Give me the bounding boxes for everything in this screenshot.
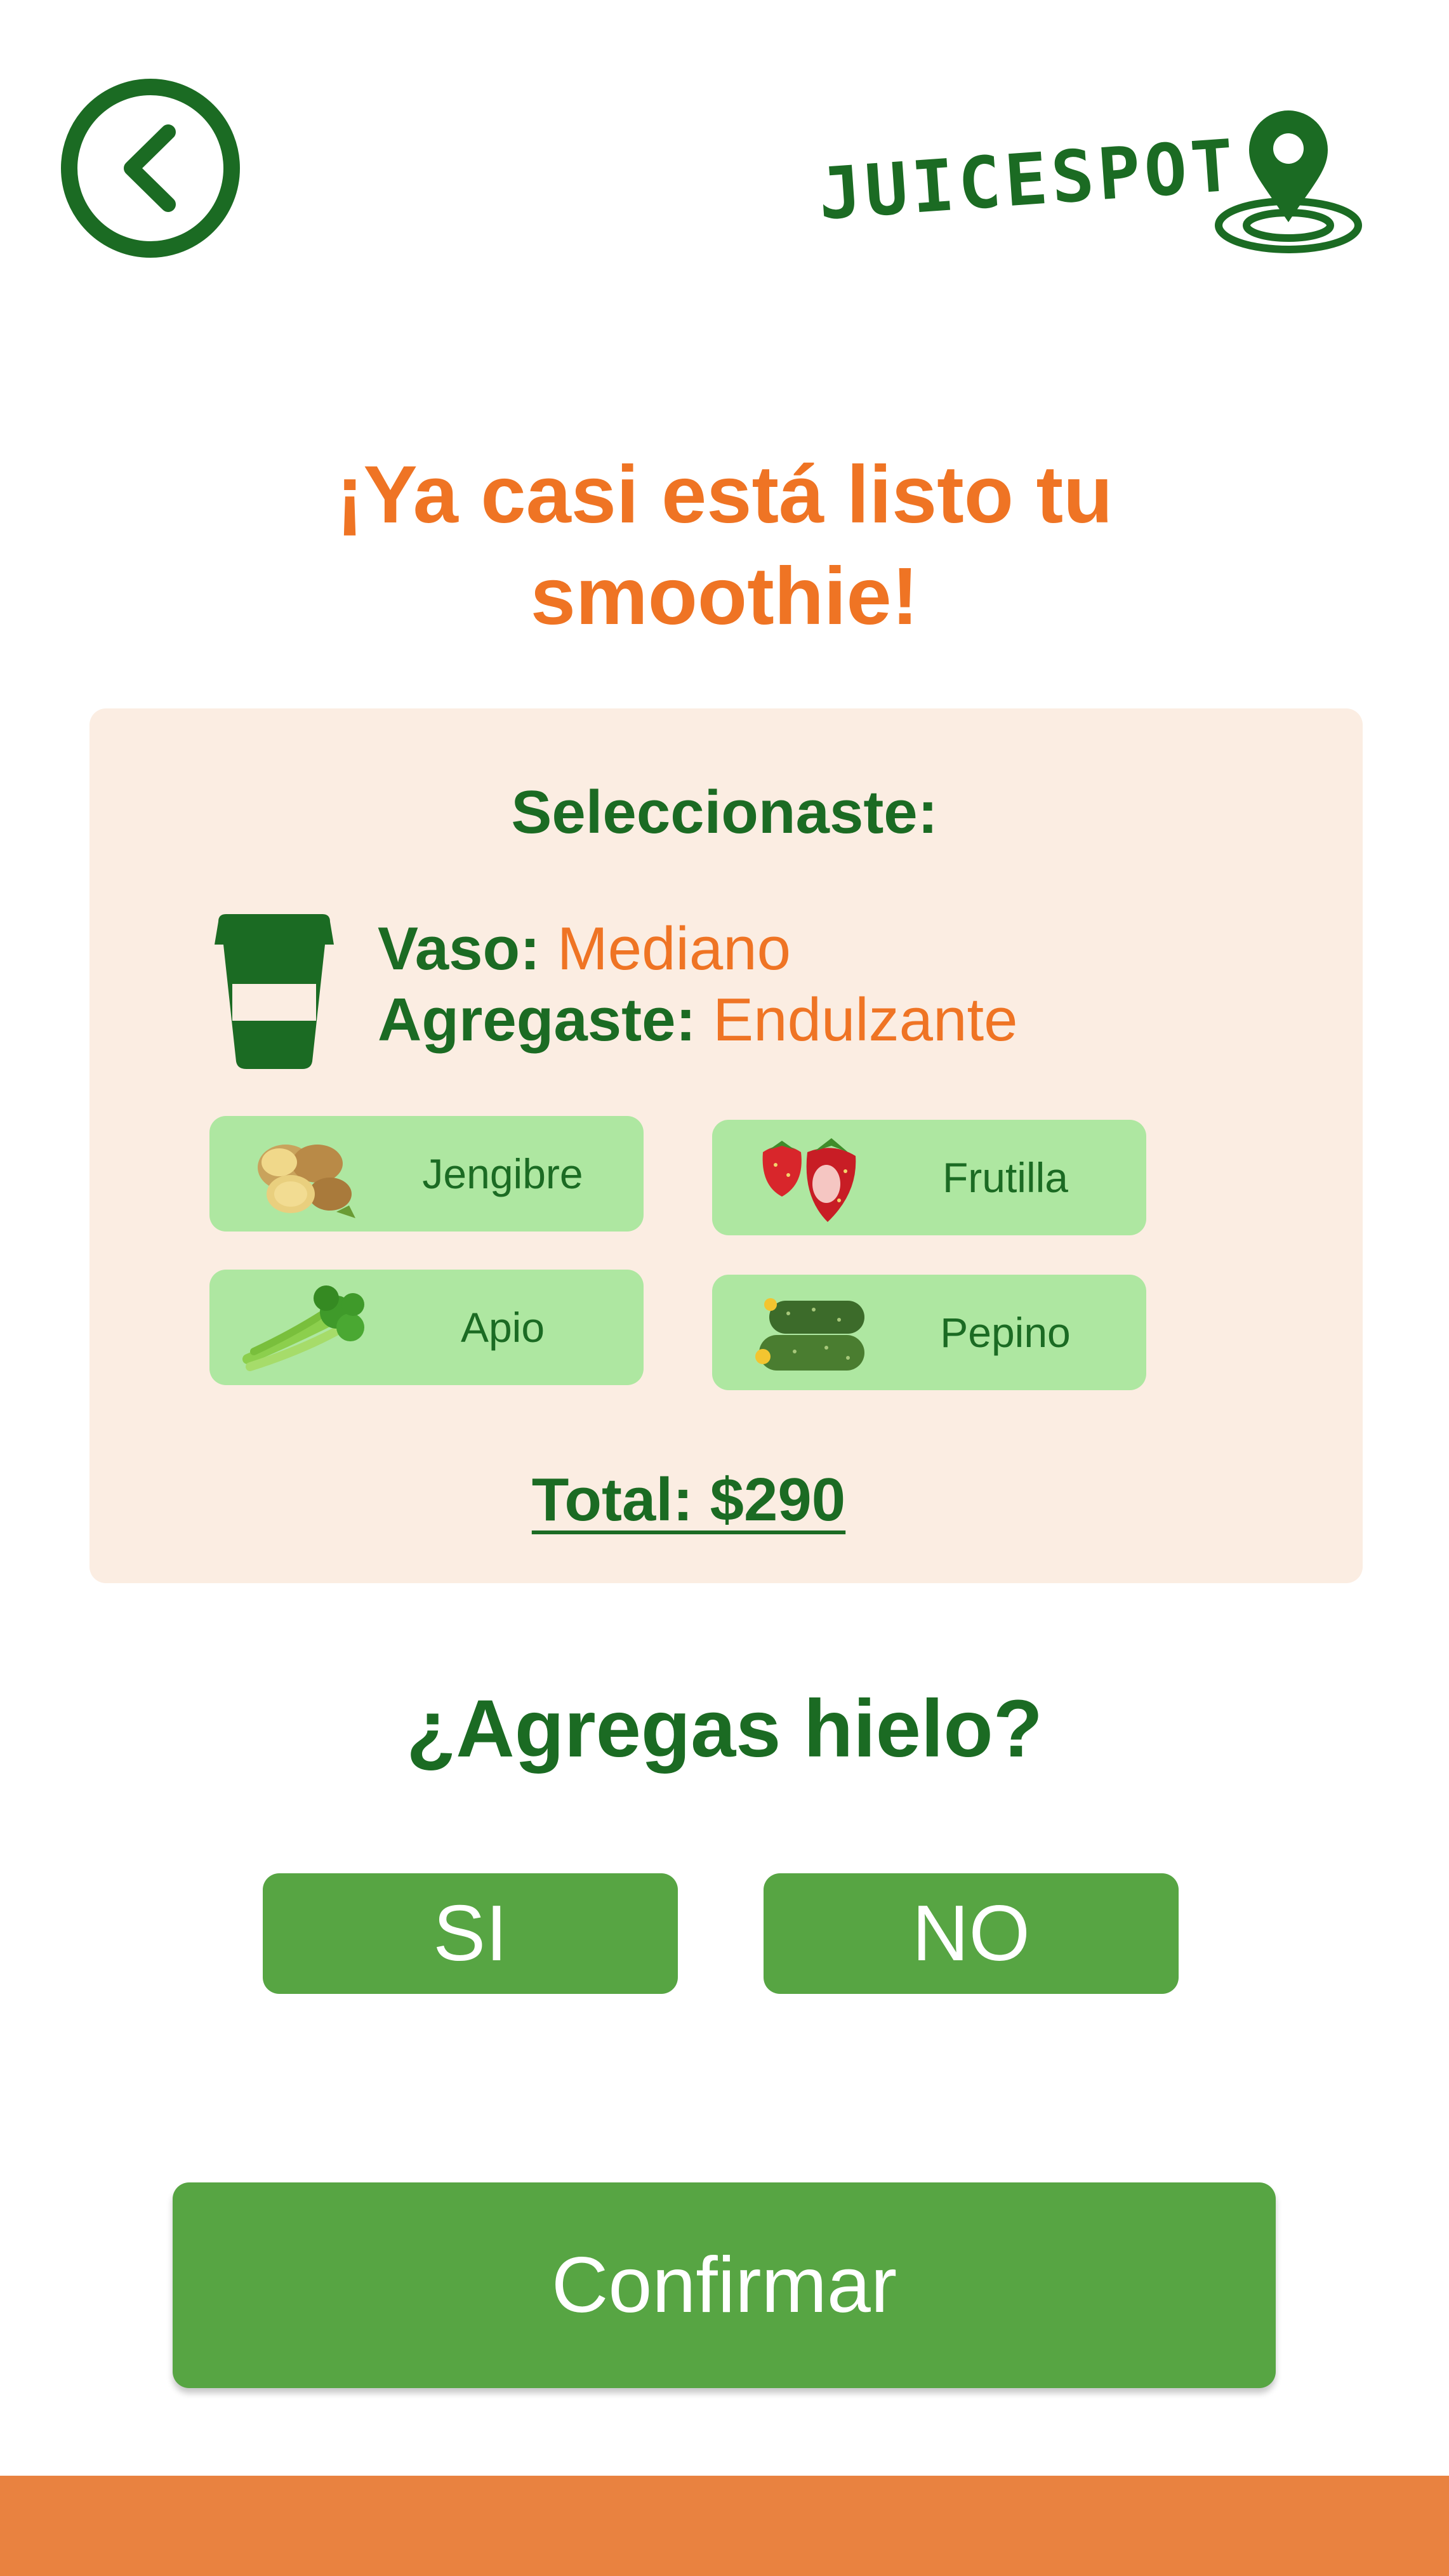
- ingredient-chip-apio: Apio: [209, 1270, 644, 1385]
- ingredient-label: Jengibre: [422, 1150, 583, 1197]
- ingredient-label: Apio: [460, 1304, 545, 1351]
- cup-size-label: Vaso:: [378, 915, 541, 983]
- confirm-button[interactable]: Confirmar: [173, 2182, 1276, 2388]
- extra-value: Endulzante: [713, 986, 1018, 1054]
- celery-image: [242, 1285, 364, 1371]
- ingredient-label: Frutilla: [942, 1154, 1069, 1201]
- juicespot-logo: JUICESPOT: [816, 108, 1365, 260]
- cucumber-image: [755, 1298, 864, 1371]
- ice-no-button[interactable]: NO: [764, 1873, 1179, 1994]
- cup-icon: [215, 914, 334, 1069]
- cup-size-value: Mediano: [557, 915, 791, 983]
- logo-text: JUICESPOT: [816, 124, 1240, 236]
- ingredient-chip-frutilla: Frutilla: [712, 1120, 1146, 1235]
- chevron-left-icon: [124, 124, 176, 212]
- strawberry-image: [762, 1138, 856, 1222]
- ingredient-label: Pepino: [940, 1309, 1071, 1356]
- extra-label: Agregaste:: [378, 986, 696, 1054]
- back-button[interactable]: [61, 79, 240, 258]
- ice-question: ¿Agregas hielo?: [406, 1683, 1043, 1774]
- cup-size-line: Vaso: Mediano: [378, 914, 791, 984]
- order-total: Total: $290: [531, 1466, 846, 1534]
- ingredient-chip-pepino: Pepino: [712, 1275, 1146, 1390]
- summary-title: Seleccionaste:: [511, 778, 938, 846]
- ginger-image: [258, 1145, 355, 1218]
- ice-yes-button[interactable]: SI: [263, 1873, 678, 1994]
- page-title-line-2: smoothie!: [530, 551, 919, 642]
- ingredient-chip-jengibre: Jengibre: [209, 1116, 644, 1232]
- page-title-line-1: ¡Ya casi está listo tu: [336, 449, 1113, 540]
- bottom-bar: [0, 2476, 1449, 2576]
- map-pin-icon: [1215, 110, 1362, 253]
- page-title: ¡Ya casi está listo tu smoothie!: [0, 444, 1449, 647]
- extra-line: Agregaste: Endulzante: [378, 985, 1018, 1055]
